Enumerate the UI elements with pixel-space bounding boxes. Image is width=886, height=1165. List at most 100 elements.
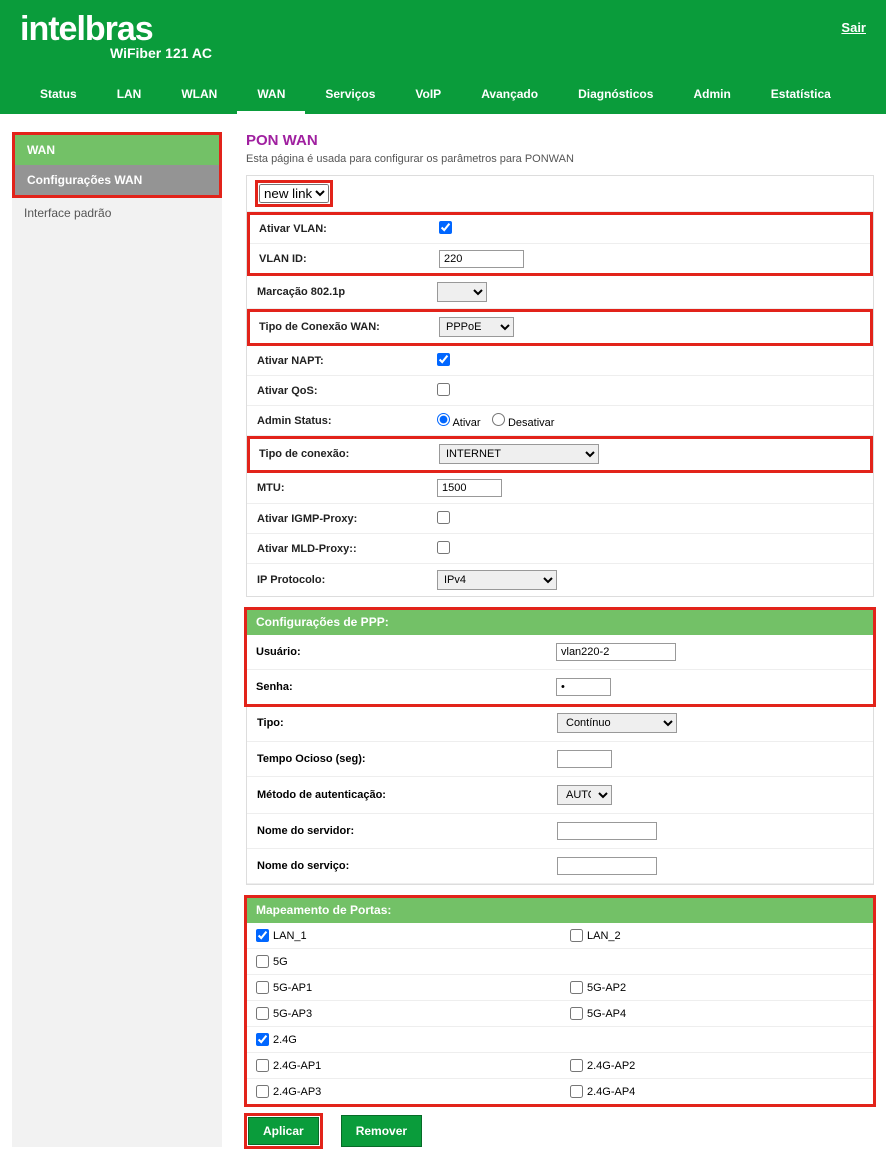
port-checkbox-5G-AP3[interactable] — [256, 1007, 269, 1020]
checkbox-ativar-vlan[interactable] — [439, 221, 452, 234]
nav-item-wan[interactable]: WAN — [237, 77, 305, 114]
portmap-header: Mapeamento de Portas: — [246, 897, 874, 923]
port-checkbox-2.4G-AP1[interactable] — [256, 1059, 269, 1072]
port-checkbox-LAN_1[interactable] — [256, 929, 269, 942]
label-tempo: Tempo Ocioso (seg): — [257, 753, 557, 765]
nav-item-lan[interactable]: LAN — [97, 77, 162, 114]
input-tempo[interactable] — [557, 750, 612, 768]
port-row: 2.4G — [246, 1027, 874, 1053]
port-checkbox-2.4G-AP4[interactable] — [570, 1085, 583, 1098]
logout-link[interactable]: Sair — [841, 20, 866, 35]
link-select[interactable]: new link — [259, 184, 329, 203]
select-tipo-ppp[interactable]: Contínuo — [557, 713, 677, 733]
port-row: 5G-AP1 5G-AP2 — [246, 975, 874, 1001]
port-checkbox-5G-AP4[interactable] — [570, 1007, 583, 1020]
label-vlan-id: VLAN ID: — [259, 253, 439, 265]
port-checkbox-5G[interactable] — [256, 955, 269, 968]
port-checkbox-LAN_2[interactable] — [570, 929, 583, 942]
port-cell: 5G-AP4 — [560, 1001, 874, 1026]
label-servico: Nome do serviço: — [257, 860, 557, 872]
nav-bar: StatusLANWLANWANServiçosVoIPAvançadoDiag… — [20, 77, 866, 114]
label-marcacao: Marcação 802.1p — [257, 286, 437, 298]
port-label: 2.4G-AP3 — [273, 1086, 321, 1098]
port-row: 5G-AP3 5G-AP4 — [246, 1001, 874, 1027]
input-vlan-id[interactable] — [439, 250, 524, 268]
select-metodo[interactable]: AUTO — [557, 785, 612, 805]
port-cell: 5G — [246, 949, 560, 974]
checkbox-napt[interactable] — [437, 353, 450, 366]
label-ativar-qos: Ativar QoS: — [257, 385, 437, 397]
port-row: LAN_1 LAN_2 — [246, 923, 874, 949]
sidebar-item-wan[interactable]: WAN — [15, 135, 219, 165]
port-label: 2.4G — [273, 1034, 297, 1046]
nav-item-serviços[interactable]: Serviços — [305, 77, 395, 114]
product-subtitle: WiFiber 121 AC — [110, 45, 212, 61]
port-row: 5G — [246, 949, 874, 975]
nav-item-avançado[interactable]: Avançado — [461, 77, 558, 114]
port-cell: LAN_1 — [246, 923, 560, 948]
logo: intelbras — [20, 10, 212, 49]
logo-block: intelbras WiFiber 121 AC — [20, 10, 212, 61]
port-cell: 5G-AP2 — [560, 975, 874, 1000]
label-admin-status: Admin Status: — [257, 415, 437, 427]
label-ip-proto: IP Protocolo: — [257, 574, 437, 586]
label-mld: Ativar MLD-Proxy:: — [257, 543, 437, 555]
port-label: 2.4G-AP1 — [273, 1060, 321, 1072]
nav-item-diagnósticos[interactable]: Diagnósticos — [558, 77, 673, 114]
checkbox-qos[interactable] — [437, 383, 450, 396]
radio-label-desativar: Desativar — [508, 417, 554, 429]
port-checkbox-2.4G-AP3[interactable] — [256, 1085, 269, 1098]
sidebar-item-interface-padrao[interactable]: Interface padrão — [12, 198, 222, 228]
sidebar-item-config-wan[interactable]: Configurações WAN — [15, 165, 219, 195]
port-label: 5G-AP1 — [273, 982, 312, 994]
port-cell: 2.4G-AP2 — [560, 1053, 874, 1078]
input-usuario[interactable] — [556, 643, 676, 661]
nav-item-status[interactable]: Status — [20, 77, 97, 114]
nav-item-wlan[interactable]: WLAN — [161, 77, 237, 114]
port-checkbox-5G-AP1[interactable] — [256, 981, 269, 994]
label-usuario: Usuário: — [256, 646, 556, 658]
radio-admin-ativar[interactable] — [437, 413, 450, 426]
port-cell: LAN_2 — [560, 923, 874, 948]
input-mtu[interactable] — [437, 479, 502, 497]
input-servidor[interactable] — [557, 822, 657, 840]
page-desc: Esta página é usada para configurar os p… — [246, 153, 874, 165]
checkbox-igmp[interactable] — [437, 511, 450, 524]
select-tipo-conexao-wan[interactable]: PPPoE — [439, 317, 514, 337]
label-metodo: Método de autenticação: — [257, 789, 557, 801]
nav-item-estatística[interactable]: Estatística — [751, 77, 851, 114]
port-label: 5G-AP2 — [587, 982, 626, 994]
port-cell: 2.4G-AP3 — [246, 1079, 560, 1104]
port-label: 5G-AP3 — [273, 1008, 312, 1020]
port-cell: 5G-AP1 — [246, 975, 560, 1000]
port-label: 5G-AP4 — [587, 1008, 626, 1020]
aplicar-button[interactable]: Aplicar — [248, 1117, 319, 1145]
port-checkbox-5G-AP2[interactable] — [570, 981, 583, 994]
port-table: LAN_1 LAN_2 5G 5G-AP1 5G-AP2 5G-AP3 5G-AP4 2.4G… — [246, 923, 874, 1105]
select-tipo-conexao[interactable]: INTERNET — [439, 444, 599, 464]
main-content: PON WAN Esta página é usada para configu… — [246, 132, 874, 1147]
remover-button[interactable]: Remover — [341, 1115, 422, 1147]
port-label: 5G — [273, 956, 288, 968]
select-marcacao[interactable] — [437, 282, 487, 302]
form-area: new link Ativar VLAN: VLAN ID: Marcação … — [246, 175, 874, 597]
port-label: 2.4G-AP4 — [587, 1086, 635, 1098]
label-igmp: Ativar IGMP-Proxy: — [257, 513, 437, 525]
port-cell: 2.4G-AP4 — [560, 1079, 874, 1104]
port-checkbox-2.4G-AP2[interactable] — [570, 1059, 583, 1072]
input-servico[interactable] — [557, 857, 657, 875]
checkbox-mld[interactable] — [437, 541, 450, 554]
port-label: LAN_2 — [587, 930, 621, 942]
select-ip-proto[interactable]: IPv4 — [437, 570, 557, 590]
nav-item-voip[interactable]: VoIP — [395, 77, 461, 114]
input-senha[interactable] — [556, 678, 611, 696]
nav-item-admin[interactable]: Admin — [673, 77, 750, 114]
radio-admin-desativar[interactable] — [492, 413, 505, 426]
label-ativar-napt: Ativar NAPT: — [257, 355, 437, 367]
port-cell — [560, 1027, 874, 1052]
port-cell: 2.4G-AP1 — [246, 1053, 560, 1078]
label-senha: Senha: — [256, 681, 556, 693]
label-tipo-conexao-wan: Tipo de Conexão WAN: — [259, 321, 439, 333]
port-checkbox-2.4G[interactable] — [256, 1033, 269, 1046]
sidebar-highlight: WAN Configurações WAN — [12, 132, 222, 198]
